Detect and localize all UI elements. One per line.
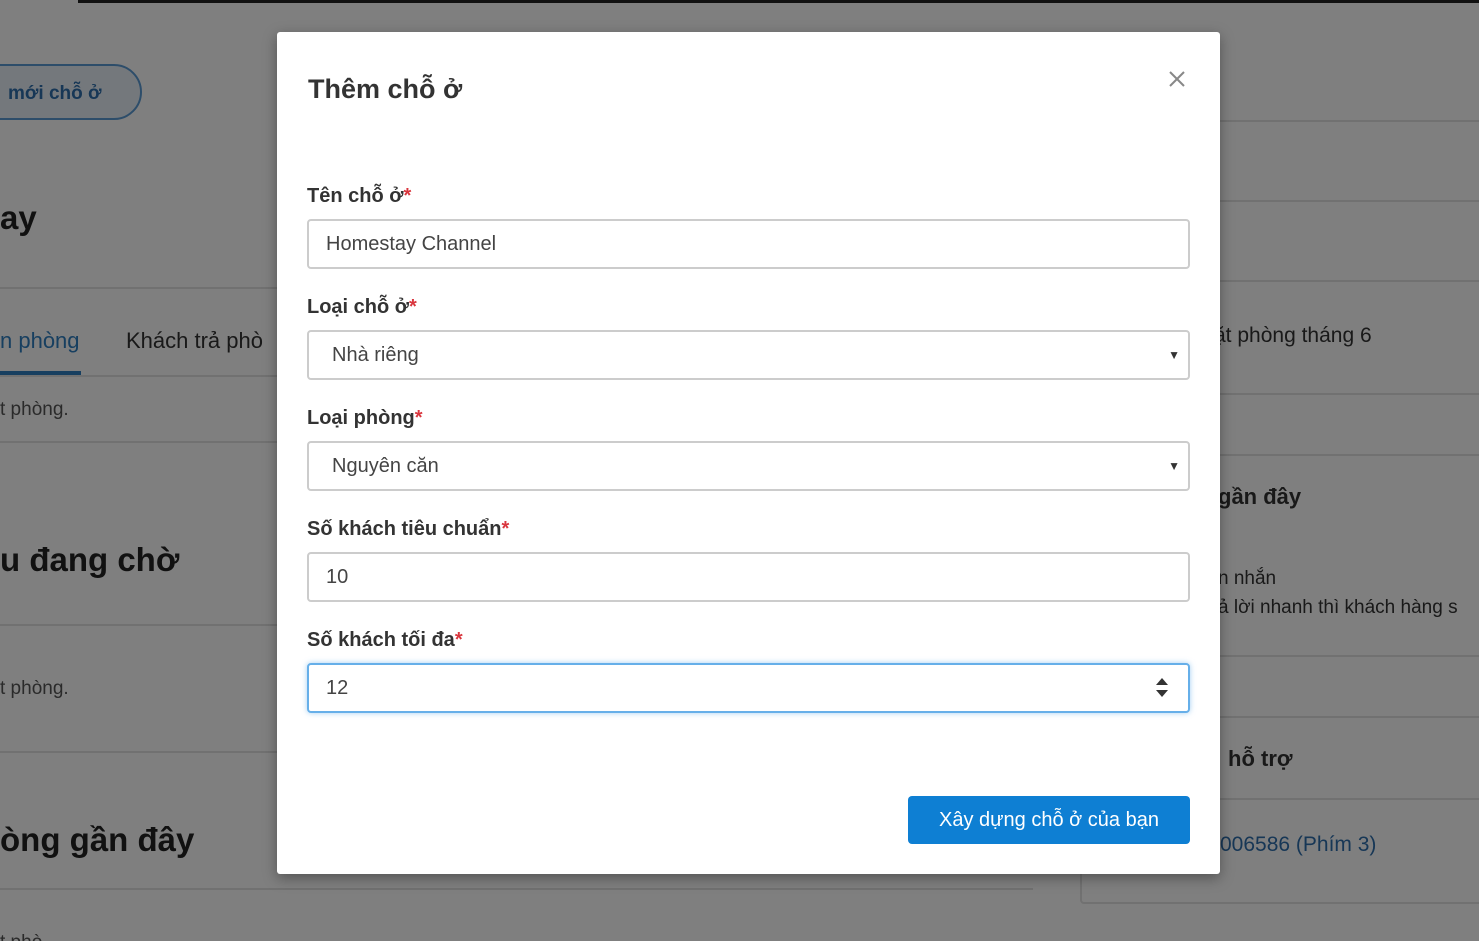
close-icon	[1169, 71, 1185, 87]
field-label-text: Tên chỗ ở	[307, 185, 404, 207]
input-value: 10	[326, 566, 349, 588]
close-button[interactable]	[1163, 65, 1191, 93]
chevron-down-icon: ▼	[1168, 459, 1180, 473]
add-accommodation-modal: Thêm chỗ ở Tên chỗ ở* Homestay Channel L…	[277, 32, 1220, 874]
field-label-type: Loại chỗ ở*	[307, 296, 417, 319]
select-value: Nguyên căn	[332, 455, 439, 477]
room-type-select[interactable]: Nguyên căn ▼	[307, 441, 1190, 491]
stepper-up-icon[interactable]	[1156, 678, 1168, 685]
max-guests-input[interactable]: 12	[307, 663, 1190, 713]
build-accommodation-button[interactable]: Xây dựng chỗ ở của bạn	[908, 796, 1190, 844]
required-mark: *	[414, 407, 423, 429]
required-mark: *	[501, 518, 510, 540]
select-value: Nhà riêng	[332, 344, 419, 366]
number-stepper[interactable]	[1156, 677, 1170, 699]
input-value: Homestay Channel	[326, 233, 497, 255]
field-label-text: Số khách tiêu chuẩn	[307, 518, 502, 540]
accommodation-name-input[interactable]: Homestay Channel	[307, 219, 1190, 269]
chevron-down-icon: ▼	[1168, 348, 1180, 362]
required-mark: *	[409, 296, 417, 318]
required-mark: *	[454, 629, 463, 651]
field-label-text: Loại phòng	[307, 407, 415, 429]
standard-guests-input[interactable]: 10	[307, 552, 1190, 602]
input-value: 12	[326, 677, 349, 699]
field-label-text: Số khách tối đa	[307, 629, 455, 651]
field-label-max-guests: Số khách tối đa*	[307, 629, 463, 652]
modal-title: Thêm chỗ ở	[308, 74, 463, 104]
field-label-standard-guests: Số khách tiêu chuẩn*	[307, 518, 509, 541]
accommodation-type-select[interactable]: Nhà riêng ▼	[307, 330, 1190, 380]
page: mới chỗ ở ay n phòng Khách trả phò t phò…	[0, 0, 1479, 941]
field-label-name: Tên chỗ ở*	[307, 185, 411, 208]
required-mark: *	[403, 185, 412, 207]
field-label-text: Loại chỗ ở	[307, 296, 410, 318]
stepper-down-icon[interactable]	[1156, 690, 1168, 697]
field-label-room-type: Loại phòng*	[307, 407, 423, 430]
